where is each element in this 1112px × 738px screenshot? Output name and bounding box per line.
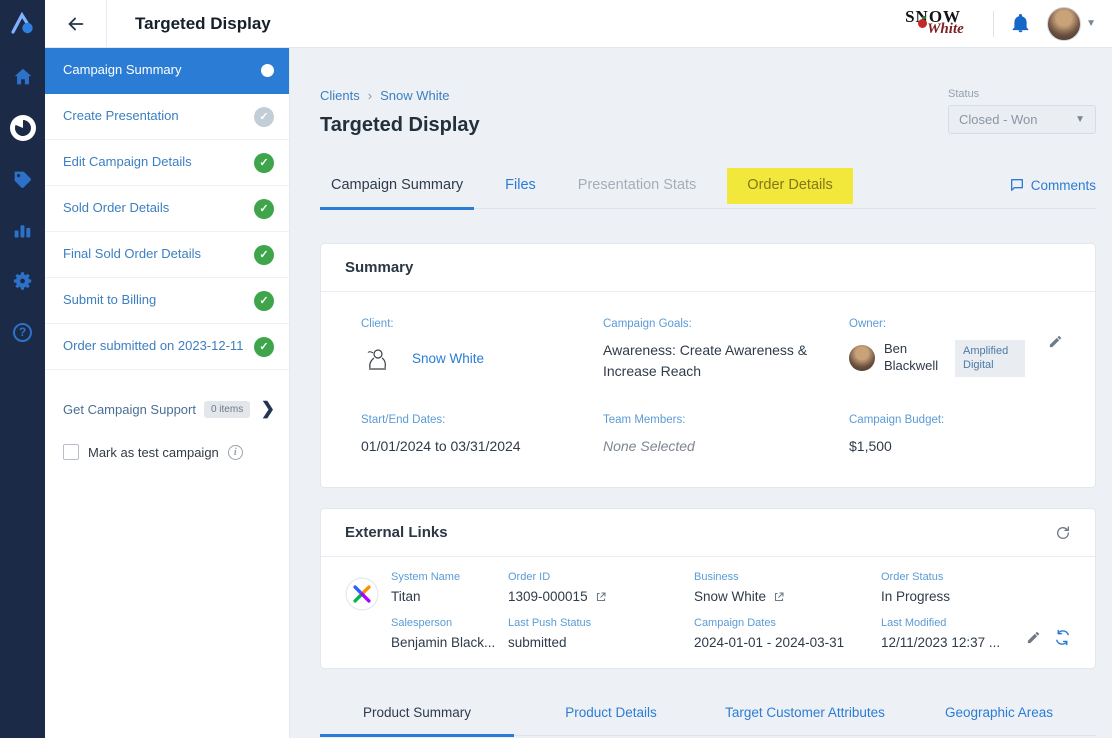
last-push-status-field: Last Push Status submitted bbox=[508, 617, 694, 650]
owner-avatar bbox=[849, 345, 875, 371]
settings-gear-icon[interactable] bbox=[9, 267, 37, 295]
refresh-button[interactable] bbox=[1055, 525, 1071, 541]
test-campaign-row: Mark as test campaign i bbox=[45, 444, 289, 460]
external-links-body: System Name Titan Order ID 1309-000015 B… bbox=[321, 557, 1095, 668]
product-tabs: Product Summary Product Details Target C… bbox=[320, 695, 1096, 736]
external-link-icon[interactable] bbox=[773, 591, 785, 603]
owner-name: Ben Blackwell bbox=[884, 341, 946, 375]
window-title: Targeted Display bbox=[135, 14, 271, 34]
business-field: Business Snow White bbox=[694, 571, 881, 604]
titan-system-logo bbox=[345, 577, 379, 611]
brand-logo: SNOW White bbox=[903, 4, 977, 44]
pencil-icon bbox=[1048, 334, 1063, 349]
salesperson-field: Salesperson Benjamin Black... bbox=[391, 617, 508, 650]
sidebar-item-order-submitted[interactable]: Order submitted on 2023-12-11 ✓ bbox=[45, 324, 289, 370]
reports-icon[interactable] bbox=[9, 216, 37, 244]
status-dropdown-group: Status Closed - Won ▼ bbox=[948, 88, 1096, 134]
campaign-goals-field: Campaign Goals: Awareness: Create Awaren… bbox=[603, 318, 849, 382]
order-status-field: Order Status In Progress bbox=[881, 571, 1020, 604]
refresh-icon bbox=[1055, 525, 1071, 541]
budget-field: Campaign Budget: $1,500 bbox=[849, 414, 1055, 457]
check-icon-done: ✓ bbox=[254, 199, 274, 219]
bell-icon bbox=[1010, 12, 1031, 35]
summary-card-header: Summary bbox=[321, 244, 1095, 292]
client-field: Client: Snow White bbox=[361, 318, 603, 382]
tab-product-summary[interactable]: Product Summary bbox=[320, 695, 514, 735]
chevron-down-icon: ▼ bbox=[1086, 18, 1096, 29]
sidebar-item-sold-order-details[interactable]: Sold Order Details ✓ bbox=[45, 186, 289, 232]
pencil-icon bbox=[1026, 630, 1041, 645]
status-label: Status bbox=[948, 88, 1096, 100]
app-logo-icon bbox=[10, 11, 36, 37]
external-link-icon[interactable] bbox=[595, 591, 607, 603]
sync-icon bbox=[1054, 629, 1071, 646]
order-id-field: Order ID 1309-000015 bbox=[508, 571, 694, 604]
tab-order-details[interactable]: Order Details bbox=[727, 168, 852, 204]
divider bbox=[993, 11, 994, 37]
status-select[interactable]: Closed - Won ▼ bbox=[948, 105, 1096, 134]
owner-field: Owner: Ben Blackwell Amplified Digital bbox=[849, 318, 1055, 382]
app-logo[interactable] bbox=[0, 0, 45, 48]
summary-card: Summary Client: Snow White Campaign Go bbox=[320, 243, 1096, 488]
topbar: Targeted Display SNOW White ▼ bbox=[0, 0, 1112, 48]
breadcrumb-clients[interactable]: Clients bbox=[320, 88, 360, 103]
system-name-field: System Name Titan bbox=[391, 571, 508, 604]
tab-product-details[interactable]: Product Details bbox=[514, 695, 708, 735]
get-campaign-support[interactable]: Get Campaign Support 0 items ❯ bbox=[45, 392, 289, 426]
sidebar-item-campaign-summary[interactable]: Campaign Summary bbox=[45, 48, 289, 94]
breadcrumb-separator-icon: › bbox=[368, 88, 372, 103]
tags-icon[interactable] bbox=[9, 165, 37, 193]
check-icon-done: ✓ bbox=[254, 245, 274, 265]
check-icon-pending: ✓ bbox=[254, 107, 274, 127]
test-campaign-checkbox[interactable] bbox=[63, 444, 79, 460]
info-icon[interactable]: i bbox=[228, 445, 243, 460]
active-dot-icon bbox=[261, 64, 274, 77]
team-members-field: Team Members: None Selected bbox=[603, 414, 849, 457]
dates-field: Start/End Dates: 01/01/2024 to 03/31/202… bbox=[361, 414, 603, 457]
breadcrumb-client-name[interactable]: Snow White bbox=[380, 88, 449, 103]
apple-icon bbox=[918, 19, 927, 28]
client-logo bbox=[361, 346, 391, 376]
campaign-tabs: Campaign Summary Files Presentation Stat… bbox=[320, 167, 1096, 209]
home-icon[interactable] bbox=[9, 63, 37, 91]
notifications-button[interactable] bbox=[1010, 12, 1031, 35]
owner-org-badge: Amplified Digital bbox=[955, 340, 1025, 377]
user-avatar[interactable] bbox=[1047, 7, 1081, 41]
comments-button[interactable]: Comments bbox=[1009, 177, 1096, 208]
campaigns-icon-active[interactable] bbox=[9, 114, 37, 142]
external-links-header: External Links bbox=[321, 509, 1095, 557]
sync-button[interactable] bbox=[1054, 629, 1071, 646]
chevron-right-icon: ❯ bbox=[261, 399, 275, 419]
back-button[interactable] bbox=[45, 0, 107, 47]
chevron-down-icon: ▼ bbox=[1075, 114, 1085, 125]
summary-grid: Client: Snow White Campaign Goals: Aware… bbox=[321, 292, 1095, 487]
help-icon[interactable]: ? bbox=[9, 318, 37, 346]
campaign-dates-field: Campaign Dates 2024-01-01 - 2024-03-31 bbox=[694, 617, 881, 650]
sidebar-item-final-sold-order-details[interactable]: Final Sold Order Details ✓ bbox=[45, 232, 289, 278]
check-icon-done: ✓ bbox=[254, 153, 274, 173]
sidebar-item-submit-to-billing[interactable]: Submit to Billing ✓ bbox=[45, 278, 289, 324]
tab-geographic-areas[interactable]: Geographic Areas bbox=[902, 695, 1096, 735]
brand-text-bottom: White bbox=[927, 21, 964, 38]
support-items-badge: 0 items bbox=[204, 401, 250, 418]
icon-rail: ? bbox=[0, 48, 45, 738]
user-menu[interactable]: ▼ bbox=[1047, 7, 1096, 41]
edit-owner-button[interactable] bbox=[1048, 334, 1063, 349]
last-modified-field: Last Modified 12/11/2023 12:37 ... bbox=[881, 617, 1020, 650]
check-icon-done: ✓ bbox=[254, 291, 274, 311]
comment-bubble-icon bbox=[1009, 177, 1025, 193]
sidebar-item-edit-campaign-details[interactable]: Edit Campaign Details ✓ bbox=[45, 140, 289, 186]
tab-target-customer-attributes[interactable]: Target Customer Attributes bbox=[708, 695, 902, 735]
back-arrow-icon bbox=[65, 13, 87, 35]
client-link[interactable]: Snow White bbox=[412, 351, 484, 366]
main-content: Status Closed - Won ▼ Clients › Snow Whi… bbox=[290, 48, 1112, 738]
check-icon-done: ✓ bbox=[254, 337, 274, 357]
workflow-sidebar: Campaign Summary Create Presentation ✓ E… bbox=[45, 48, 290, 738]
edit-external-link-button[interactable] bbox=[1026, 630, 1041, 645]
tab-files[interactable]: Files bbox=[494, 167, 547, 208]
external-links-card: External Links System Name Titan Order I… bbox=[320, 508, 1096, 669]
sidebar-item-create-presentation[interactable]: Create Presentation ✓ bbox=[45, 94, 289, 140]
tab-presentation-stats: Presentation Stats bbox=[567, 167, 708, 208]
tab-campaign-summary[interactable]: Campaign Summary bbox=[320, 167, 474, 208]
